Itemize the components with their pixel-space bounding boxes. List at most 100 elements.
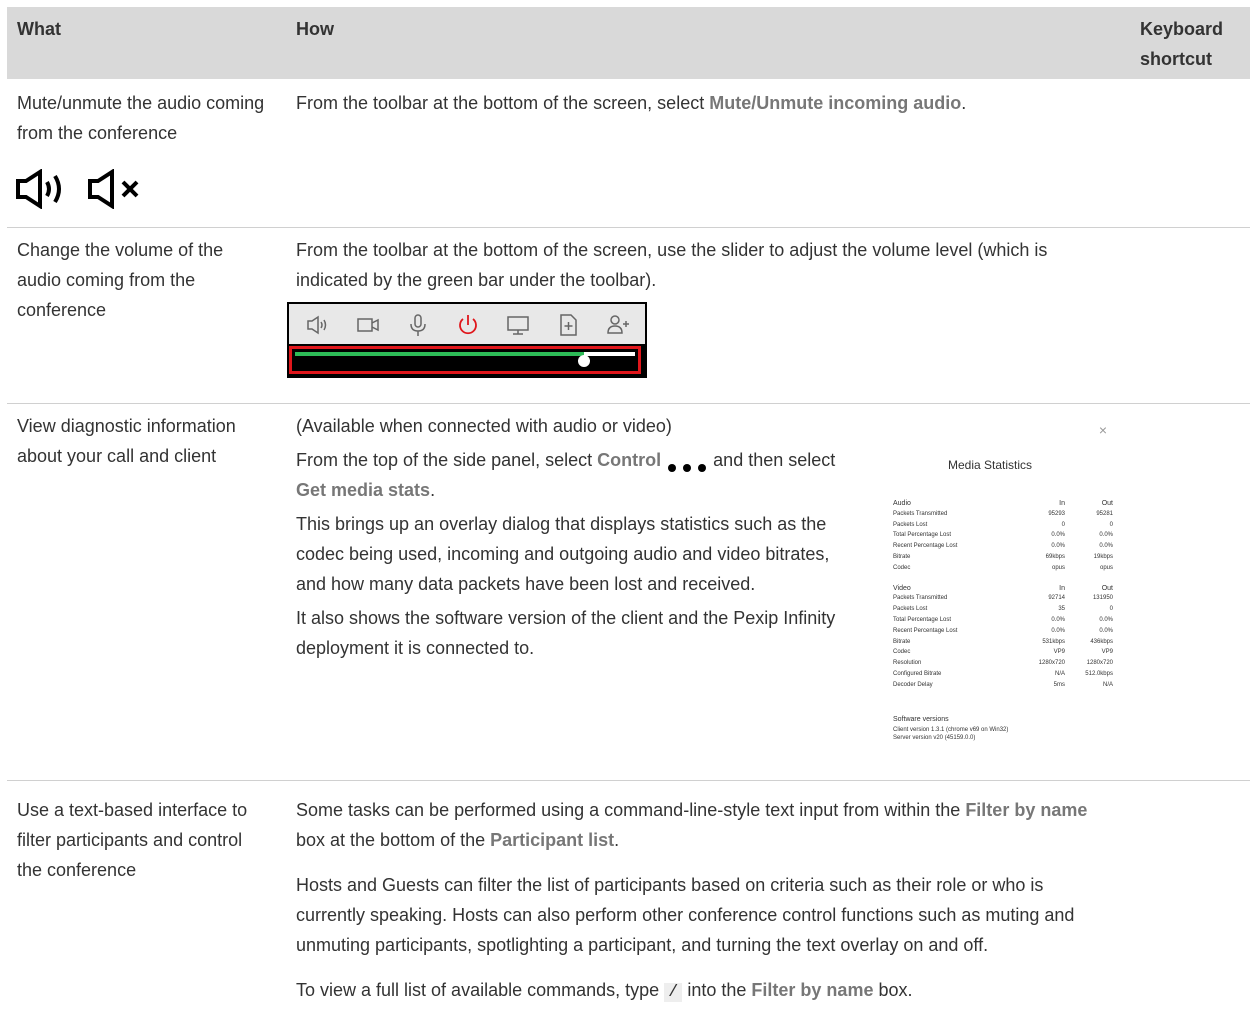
header-shortcut-line2: shortcut: [1140, 49, 1212, 69]
video-header: Video In Out: [893, 583, 1113, 594]
audio-header-in: In: [1059, 500, 1065, 507]
ui-term-mute: Mute/Unmute incoming audio: [709, 93, 962, 113]
video-header-label: Video: [893, 584, 911, 592]
close-icon[interactable]: ×: [1099, 422, 1107, 438]
video-stat-row-out: 0.0%: [1099, 627, 1113, 634]
audio-stat-row-in: opus: [1051, 564, 1065, 571]
slash-command: /: [664, 983, 683, 1002]
volume-slider[interactable]: [289, 346, 641, 374]
row-text-interface-what: Use a text-based interface to filter par…: [17, 800, 248, 880]
video-stat-row-out: 436kbps: [1090, 638, 1113, 645]
row-divider: [7, 403, 1250, 404]
media-statistics-title: Media Statistics: [947, 458, 1033, 472]
client-version: Client version 1.3.1 (chrome v69 on Win3…: [893, 727, 1009, 733]
audio-stat-row: Packets Lost 0 0: [893, 520, 1113, 531]
video-header-out: Out: [1101, 584, 1113, 592]
audio-stat-row-out: 0: [1109, 521, 1113, 528]
diagnostics-p4: It also shows the software version of th…: [296, 608, 836, 658]
ui-term-filter: Filter by name: [751, 980, 874, 1000]
audio-stat-row-out: 0.0%: [1099, 532, 1113, 539]
video-stat-row-out: 0.0%: [1099, 617, 1113, 623]
volume-slider-handle[interactable]: [578, 355, 590, 367]
video-stat-row-label: Packets Transmitted: [893, 595, 948, 602]
audio-stat-row: Codec opus opus: [893, 563, 1113, 574]
video-stat-row: Total Percentage Lost 0.0% 0.0%: [893, 615, 1113, 626]
header-what: What: [17, 19, 61, 39]
video-stat-row-out: 0: [1109, 606, 1113, 613]
video-stat-row-out: 1280x720: [1086, 660, 1113, 667]
video-stat-row: Packets Transmitted 92714 131950: [893, 593, 1113, 604]
video-stat-row-in: 1280x720: [1038, 660, 1065, 667]
mute-icons: [15, 169, 155, 209]
ui-term-control: Control: [597, 450, 662, 470]
video-stat-row-label: Decoder Delay: [893, 681, 933, 688]
microphone-icon: [410, 314, 426, 336]
audio-stat-row-in: 0.0%: [1051, 543, 1065, 550]
add-person-icon: [607, 315, 629, 334]
video-stat-row-label: Bitrate: [893, 638, 911, 645]
video-stat-row-in: VP9: [1053, 649, 1065, 656]
row-volume-what: Change the volume of the audio coming fr…: [17, 240, 224, 320]
audio-stat-row: Packets Transmitted 95293 95281: [893, 509, 1113, 520]
video-stat-row-label: Total Percentage Lost: [893, 617, 952, 623]
software-versions-title: Software versions: [893, 716, 949, 723]
audio-stat-row-out: 95281: [1096, 510, 1113, 517]
video-stat-row-label: Packets Lost: [893, 606, 928, 613]
table-header: What How Keyboard shortcut: [7, 7, 1250, 79]
audio-stat-row: Recent Percentage Lost 0.0% 0.0%: [893, 541, 1113, 552]
audio-header: Audio In Out: [893, 498, 1113, 509]
speaker-on-icon: [16, 169, 61, 209]
video-stat-row-in: 0.0%: [1051, 627, 1065, 634]
audio-stat-row: Total Percentage Lost 0.0% 0.0%: [893, 530, 1113, 541]
row-mute-what: Mute/unmute the audio coming from the co…: [17, 93, 265, 143]
ui-term-participant-list: Participant list: [490, 830, 615, 850]
toolbar-buttons: [289, 304, 645, 344]
audio-stat-row-label: Recent Percentage Lost: [893, 543, 958, 550]
audio-stat-row-in: 0: [1061, 521, 1065, 528]
video-stat-row-in: 92714: [1048, 595, 1065, 602]
speaker-icon: [307, 315, 327, 335]
speaker-muted-icon: [88, 169, 139, 209]
video-stat-row: Codec VP9 VP9: [893, 647, 1113, 658]
audio-stat-row-out: opus: [1099, 564, 1113, 571]
volume-remaining-bar: [584, 352, 635, 356]
diagnostics-p1: (Available when connected with audio or …: [296, 416, 672, 436]
video-stat-row-in: 531kbps: [1042, 638, 1065, 645]
video-stat-row-out: 512.0kbps: [1085, 671, 1113, 677]
audio-stat-row-out: 0.0%: [1099, 543, 1113, 550]
add-file-icon: [560, 314, 577, 336]
camera-icon: [357, 318, 379, 332]
audio-header-out: Out: [1101, 500, 1113, 507]
row-volume-how: From the toolbar at the bottom of the sc…: [296, 240, 1048, 290]
volume-level-bar: [295, 352, 584, 356]
video-stat-row-label: Recent Percentage Lost: [893, 627, 958, 634]
video-stat-row-out: 131950: [1092, 595, 1113, 602]
row-divider: [7, 780, 1250, 781]
audio-stat-row-label: Packets Lost: [893, 521, 928, 528]
video-stat-row: Bitrate 531kbps 436kbps: [893, 637, 1113, 648]
monitor-icon: [507, 316, 529, 335]
toolbar-screenshot: [287, 302, 647, 378]
row-diagnostics-how: (Available when connected with audio or …: [296, 411, 856, 663]
audio-stat-row-out: 19kbps: [1093, 554, 1113, 560]
row-mute-how: From the toolbar at the bottom of the sc…: [296, 93, 967, 113]
text-interface-p3: To view a full list of available command…: [296, 980, 913, 1002]
video-header-in: In: [1059, 584, 1065, 592]
ellipsis-icon: [666, 453, 708, 473]
ui-term-filter: Filter by name: [965, 800, 1088, 820]
diagnostics-p3: This brings up an overlay dialog that di…: [296, 514, 830, 594]
audio-header-label: Audio: [893, 500, 911, 507]
video-stat-row-label: Codec: [893, 649, 911, 656]
video-stat-row-label: Resolution: [893, 660, 922, 667]
audio-stat-row-label: Total Percentage Lost: [893, 532, 952, 539]
video-stat-row-in: 5ms: [1053, 681, 1065, 688]
audio-stat-row-label: Packets Transmitted: [893, 510, 948, 517]
video-stat-row: Packets Lost 35 0: [893, 604, 1113, 615]
audio-stat-row-in: 95293: [1048, 510, 1065, 517]
diagnostics-p2: From the top of the side panel, select C…: [296, 450, 836, 500]
audio-stat-row-in: 0.0%: [1051, 532, 1065, 539]
header-shortcut-line1: Keyboard: [1140, 19, 1224, 39]
video-stat-row: Recent Percentage Lost 0.0% 0.0%: [893, 626, 1113, 637]
video-stat-row-out: VP9: [1101, 649, 1113, 656]
video-stat-row-out: N/A: [1102, 681, 1113, 688]
